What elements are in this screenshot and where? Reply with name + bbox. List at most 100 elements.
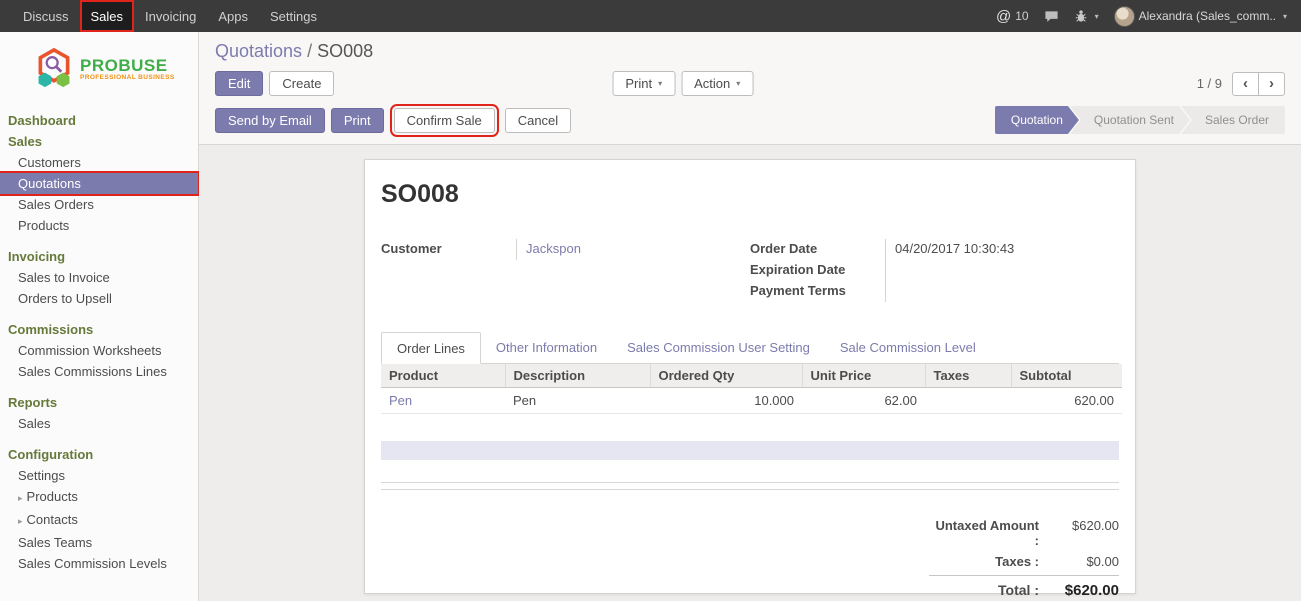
action-dropdown-button[interactable]: Action▾ [681,71,753,96]
separator-line [381,482,1119,483]
logo-title: PROBUSE [80,57,175,75]
systray: @ 10 ▾ Alexandra (Sales_comm.. ▾ [996,0,1287,32]
avatar [1114,6,1135,27]
mention-icon: @ [996,8,1011,25]
sidebar-item-sales-commissions-lines[interactable]: Sales Commissions Lines [0,361,198,382]
sidebar-item-sales-to-invoice[interactable]: Sales to Invoice [0,267,198,288]
tab-sales-commission-user-setting[interactable]: Sales Commission User Setting [612,332,825,364]
notebook-tabs: Order Lines Other Information Sales Comm… [381,332,1119,364]
table-header-row: Product Description Ordered Qty Unit Pri… [381,364,1122,388]
fields-group: Customer Jackspon Order Date 04/20/2017 … [381,239,1119,302]
total-value: $620.00 [1049,582,1119,599]
probuse-logo-icon [34,48,74,90]
col-header-ordered-qty: Ordered Qty [650,364,802,388]
statusbar: Quotation Quotation Sent Sales Order [995,106,1285,134]
debug-systray-button[interactable]: ▾ [1074,9,1099,23]
order-date-label: Order Date [750,239,885,260]
breadcrumb-quotations-link[interactable]: Quotations [215,41,302,61]
create-button[interactable]: Create [269,71,334,96]
caret-right-icon: ▸ [18,493,23,503]
chevron-down-icon: ▾ [1095,12,1099,21]
sidebar-heading-commissions: Commissions [0,319,198,340]
separator-line [381,489,1119,490]
top-menu-discuss[interactable]: Discuss [12,0,80,32]
pager-counter: 1 / 9 [1197,76,1222,91]
send-by-email-button[interactable]: Send by Email [215,108,325,133]
sidebar-heading-reports: Reports [0,392,198,413]
sidebar-item-sales-orders[interactable]: Sales Orders [0,194,198,215]
breadcrumb-current: SO008 [317,41,373,61]
caret-right-icon: ▸ [18,516,23,526]
top-menu-apps[interactable]: Apps [207,0,259,32]
status-step-quotation[interactable]: Quotation [995,106,1079,134]
chevron-down-icon: ▾ [736,79,740,88]
pager-previous-button[interactable]: ‹ [1232,72,1259,96]
top-navbar: Discuss Sales Invoicing Apps Settings @ … [0,0,1301,32]
sidebar-item-orders-to-upsell[interactable]: Orders to Upsell [0,288,198,309]
print-dropdown-button[interactable]: Print▾ [612,71,675,96]
sidebar-item-label: Products [27,489,78,504]
sidebar-item-sales-teams[interactable]: Sales Teams [0,532,198,553]
product-link[interactable]: Pen [389,393,412,408]
payment-terms-value [885,281,1119,302]
status-step-sales-order[interactable]: Sales Order [1181,106,1285,134]
cancel-button[interactable]: Cancel [505,108,571,133]
col-header-product: Product [381,364,505,388]
mention-systray-button[interactable]: @ 10 [996,8,1029,25]
customer-label: Customer [381,239,516,260]
order-date-value: 04/20/2017 10:30:43 [885,239,1119,260]
totals-block: Untaxed Amount : $620.00 Taxes : $0.00 T… [929,515,1119,601]
top-menu-invoicing[interactable]: Invoicing [134,0,207,32]
cell-subtotal: 620.00 [1011,388,1122,414]
logo-subtitle: PROFESSIONAL BUSINESS [80,74,175,81]
sidebar: PROBUSE PROFESSIONAL BUSINESS Dashboard … [0,32,199,601]
sidebar-item-sales-commission-levels[interactable]: Sales Commission Levels [0,553,198,574]
cell-description: Pen [505,388,650,414]
chat-bubble-icon [1044,9,1059,24]
confirm-sale-button[interactable]: Confirm Sale [394,108,495,133]
sidebar-item-products[interactable]: Products [0,215,198,236]
expiration-date-value [885,260,1119,281]
col-header-subtotal: Subtotal [1011,364,1122,388]
pager-next-button[interactable]: › [1258,72,1285,96]
sidebar-heading-dashboard: Dashboard [0,110,198,131]
content-area: Quotations / SO008 Edit Create Print▾ Ac… [199,32,1301,601]
empty-section-row[interactable] [381,441,1119,460]
top-menu-sales[interactable]: Sales [80,0,135,32]
payment-terms-label: Payment Terms [750,281,885,302]
status-step-quotation-sent[interactable]: Quotation Sent [1070,106,1190,134]
statusbar-row: Send by Email Print Confirm Sale Cancel … [215,106,1285,144]
breadcrumb: Quotations / SO008 [215,41,1285,62]
sidebar-heading-sales: Sales [0,131,198,152]
breadcrumb-separator: / [307,41,312,61]
edit-button[interactable]: Edit [215,71,263,96]
print-button[interactable]: Print [331,108,384,133]
col-header-description: Description [505,364,650,388]
table-row[interactable]: Pen Pen 10.000 62.00 620.00 [381,388,1122,414]
app-window: Discuss Sales Invoicing Apps Settings @ … [0,0,1301,601]
tab-sale-commission-level[interactable]: Sale Commission Level [825,332,991,364]
sidebar-item-reports-sales[interactable]: Sales [0,413,198,434]
customer-link[interactable]: Jackspon [526,241,581,256]
top-menu-settings[interactable]: Settings [259,0,328,32]
sidebar-item-commission-worksheets[interactable]: Commission Worksheets [0,340,198,361]
chevron-down-icon: ▾ [658,79,662,88]
dropdown-buttons-group: Print▾ Action▾ [612,71,759,96]
cell-taxes [925,388,1011,414]
user-menu-button[interactable]: Alexandra (Sales_comm.. ▾ [1114,6,1287,27]
tab-other-information[interactable]: Other Information [481,332,612,364]
messages-systray-button[interactable] [1044,9,1059,24]
sidebar-heading-configuration: Configuration [0,444,198,465]
sidebar-item-customers[interactable]: Customers [0,152,198,173]
sidebar-item-config-products[interactable]: ▸ Products [0,486,198,509]
form-view-area: SO008 Customer Jackspon Order Date 04/20 [199,145,1301,601]
control-buttons-row: Edit Create Print▾ Action▾ 1 / 9 ‹ › [215,71,1285,96]
chevron-down-icon: ▾ [1283,12,1287,21]
sidebar-item-config-contacts[interactable]: ▸Contacts [0,509,198,532]
total-label: Total : [929,582,1049,598]
tab-order-lines[interactable]: Order Lines [381,332,481,364]
taxes-label: Taxes : [929,554,1049,569]
sidebar-item-settings[interactable]: Settings [0,465,198,486]
probuse-logo[interactable]: PROBUSE PROFESSIONAL BUSINESS [0,32,198,106]
sidebar-item-quotations[interactable]: Quotations [0,173,198,194]
